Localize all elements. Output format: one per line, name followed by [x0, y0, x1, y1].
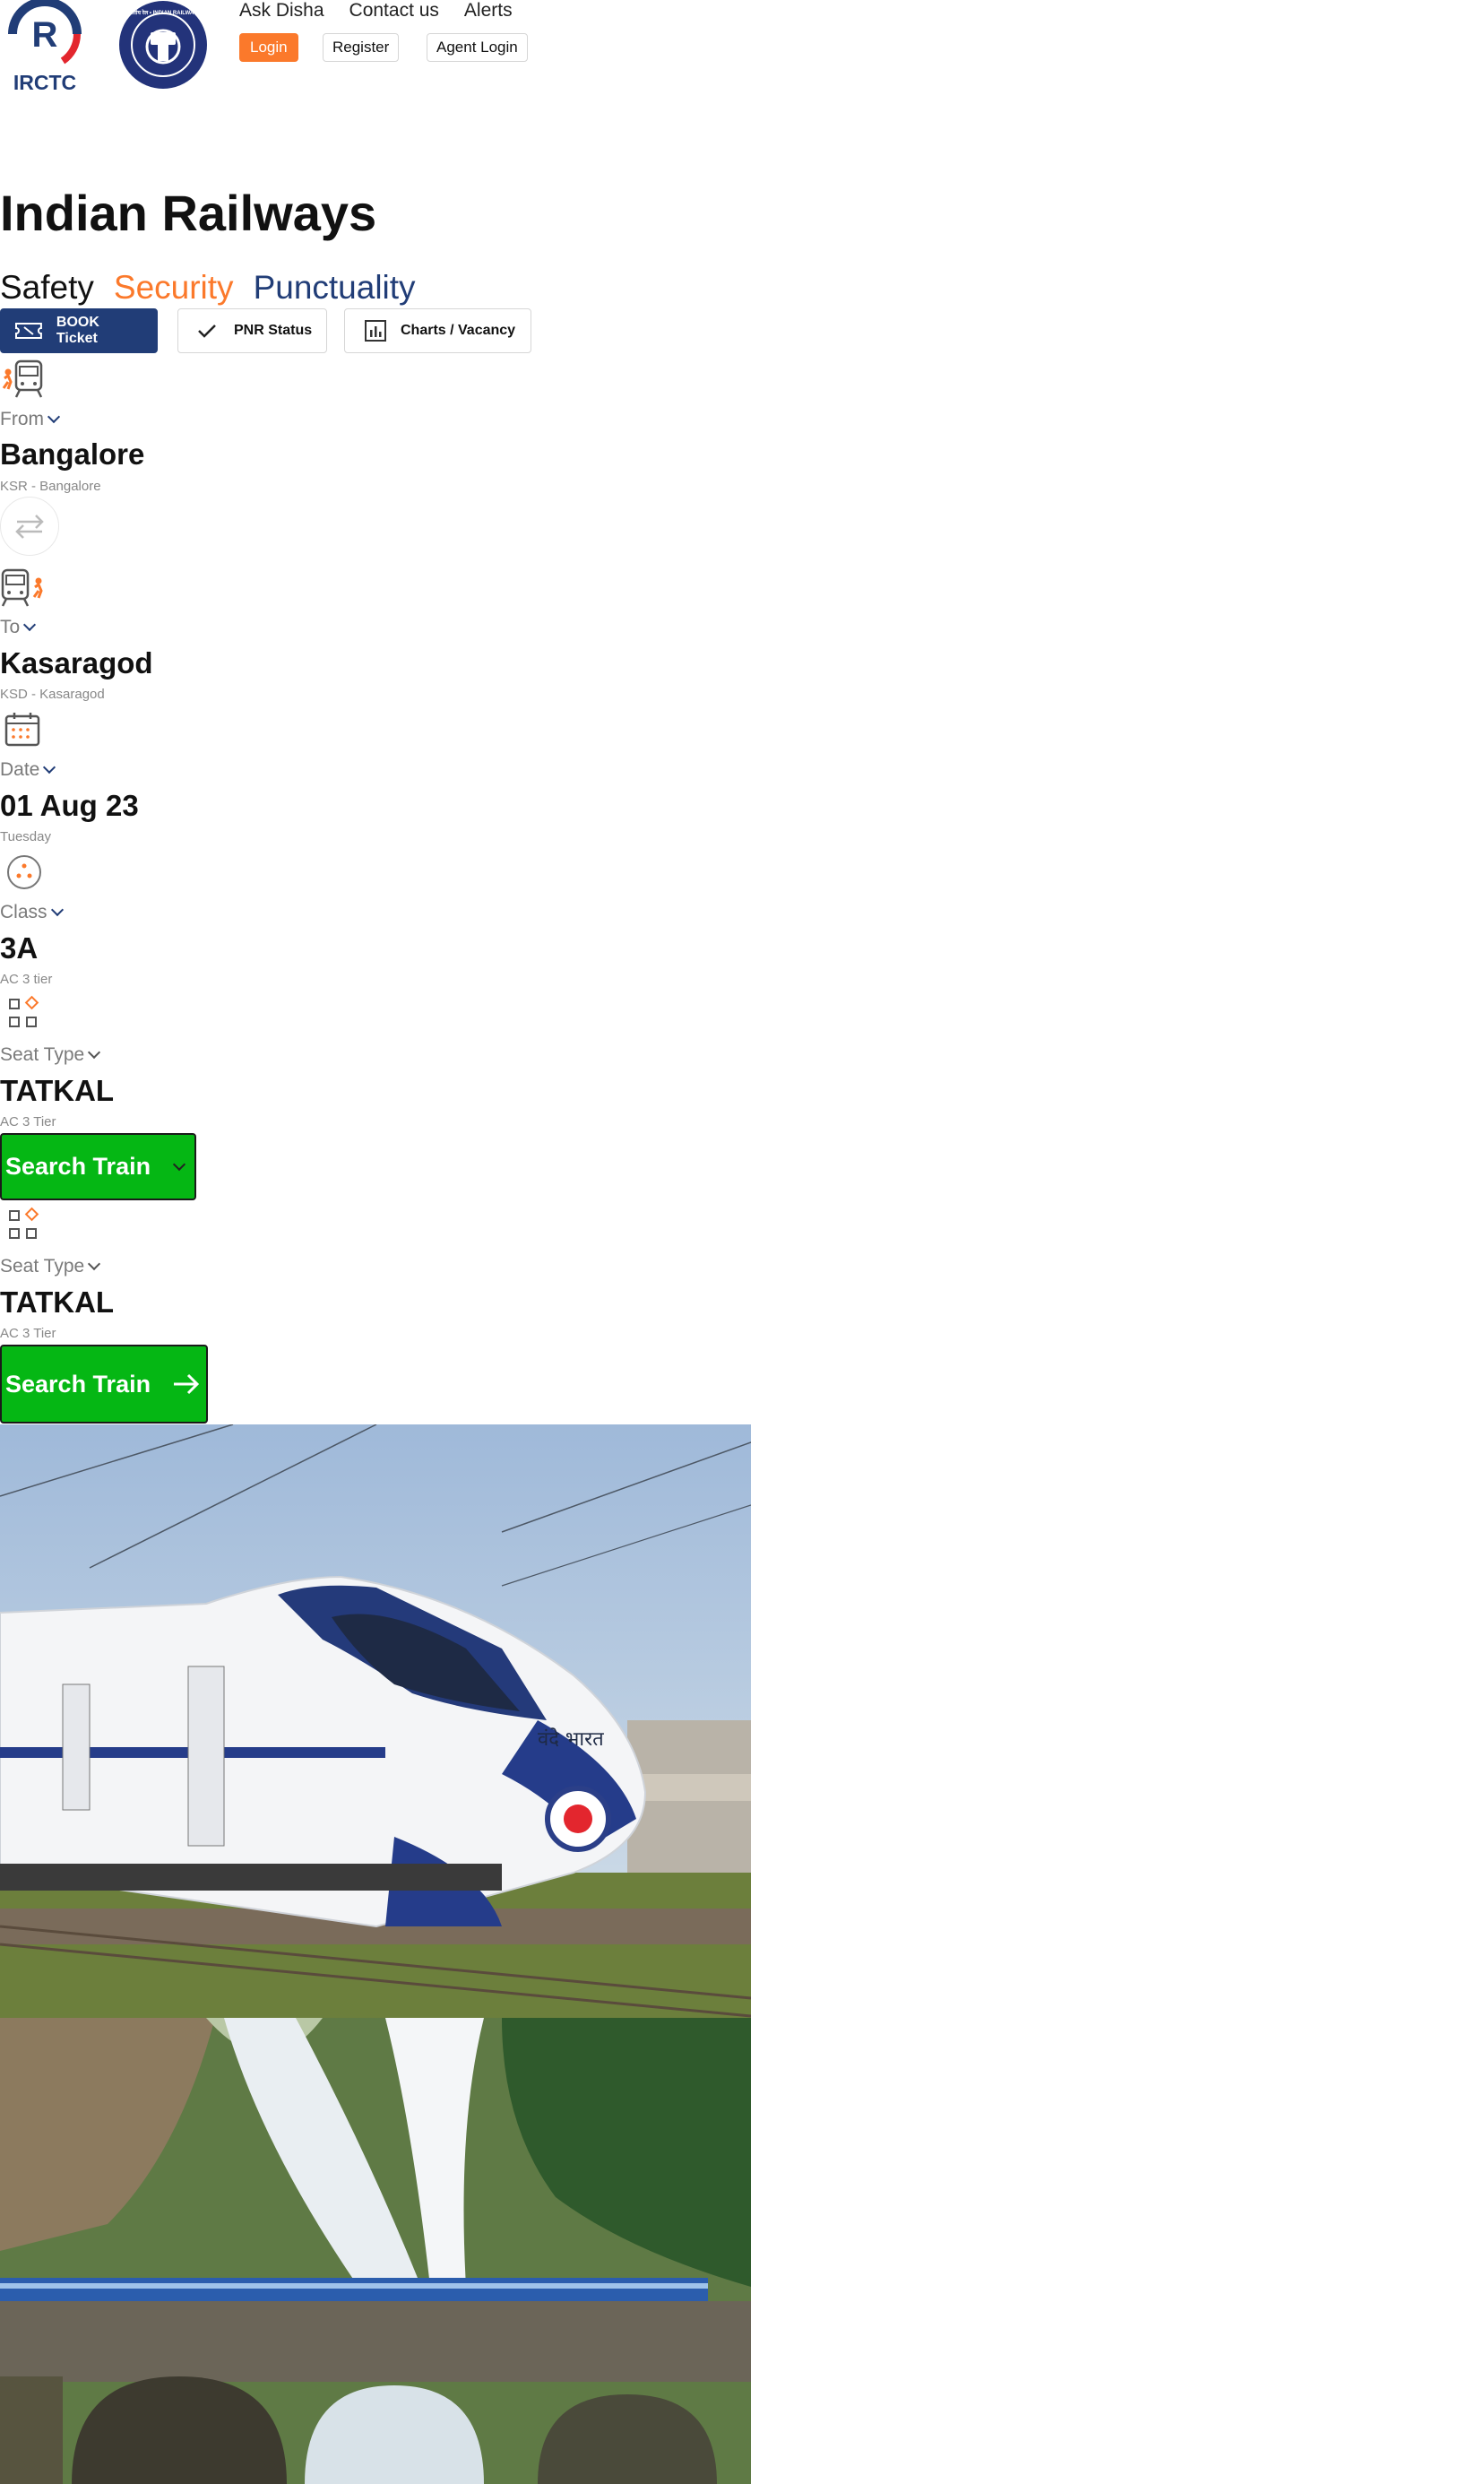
bar-chart-icon: [365, 320, 386, 342]
nav-alerts[interactable]: Alerts: [464, 0, 513, 22]
seat-type-value[interactable]: TATKAL: [0, 1074, 114, 1108]
svg-text:IRCTC: IRCTC: [13, 71, 76, 93]
tab-pnr-status[interactable]: PNR Status: [177, 308, 327, 353]
arrow-right-icon: [174, 1373, 200, 1395]
tab-charts-label: Charts / Vacancy: [401, 323, 516, 338]
svg-text:भारतीय रेल • INDIAN RAILWAYS: भारतीय रेल • INDIAN RAILWAYS: [125, 9, 200, 16]
to-station-code: KSD - Kasaragod: [0, 687, 105, 702]
seat-type-label[interactable]: Seat Type: [0, 1044, 101, 1066]
class-label[interactable]: Class: [0, 902, 64, 923]
svg-text:R: R: [32, 15, 58, 55]
vande-bharat-train-image: वंदे भारत: [0, 1424, 751, 2018]
departure-train-icon: [2, 359, 43, 398]
from-station-code: KSR - Bangalore: [0, 479, 101, 494]
from-label[interactable]: From: [0, 409, 61, 430]
svg-text:वंदे भारत: वंदे भारत: [538, 1727, 604, 1751]
travel-class-desc: AC 3 tier: [0, 972, 53, 987]
travel-class[interactable]: 3A: [0, 931, 38, 965]
indian-railways-logo: भारतीय रेल • INDIAN RAILWAYS: [119, 1, 207, 89]
class-seat-icon: [7, 855, 41, 889]
arrival-train-icon: [1, 568, 43, 607]
register-button[interactable]: Register: [323, 33, 400, 62]
tagline-safety: Safety: [0, 269, 94, 306]
nav-contact-us[interactable]: Contact us: [349, 0, 439, 22]
irctc-logo[interactable]: R IRCTC: [0, 0, 93, 93]
journey-date[interactable]: 01 Aug 23: [0, 789, 139, 823]
search-train-button-2[interactable]: Search Train: [0, 1345, 208, 1424]
from-station[interactable]: Bangalore: [0, 437, 144, 472]
seat-type-desc: AC 3 Tier: [0, 1114, 56, 1129]
swap-stations-button[interactable]: [0, 497, 59, 556]
seat-type-desc-2: AC 3 Tier: [0, 1326, 56, 1341]
tab-book-ticket[interactable]: BOOK Ticket: [0, 308, 158, 353]
search-train-label: Search Train: [5, 1153, 151, 1180]
to-station[interactable]: Kasaragod: [0, 646, 153, 680]
chevron-down-icon: [88, 1257, 101, 1271]
seat-type-value-2[interactable]: TATKAL: [0, 1285, 114, 1320]
check-icon: [198, 325, 216, 338]
agent-login-button[interactable]: Agent Login: [427, 33, 528, 62]
chevron-down-icon: [23, 618, 37, 632]
top-nav: Ask Disha Contact us Alerts: [239, 0, 513, 22]
calendar-icon: [4, 713, 40, 747]
tab-pnr-label: PNR Status: [234, 323, 313, 338]
chevron-down-icon: [50, 903, 64, 917]
search-train-label-2: Search Train: [5, 1370, 151, 1398]
nav-ask-disha[interactable]: Ask Disha: [239, 0, 324, 22]
tagline-security: Security: [113, 269, 234, 306]
tagline-punctuality: Punctuality: [253, 269, 416, 306]
tab-book-label: BOOK Ticket: [56, 315, 99, 346]
chevron-down-icon: [88, 1045, 101, 1060]
waterfall-train-image: [0, 2018, 751, 2484]
tagline: Safety Security Punctuality: [0, 269, 416, 307]
chevron-down-icon: [172, 1157, 186, 1171]
seat-type-label-2[interactable]: Seat Type: [0, 1256, 101, 1277]
login-button[interactable]: Login: [239, 33, 298, 62]
seat-type-grid-icon: [9, 995, 39, 1027]
seat-type-grid-icon: [9, 1207, 39, 1239]
to-label[interactable]: To: [0, 617, 37, 638]
journey-day: Tuesday: [0, 829, 51, 844]
page-title: Indian Railways: [0, 185, 377, 241]
tab-charts-vacancy[interactable]: Charts / Vacancy: [344, 308, 531, 353]
chevron-down-icon: [47, 410, 61, 424]
chevron-down-icon: [43, 760, 56, 775]
ticket-icon: [14, 323, 42, 339]
swap-arrows-icon: [15, 515, 44, 539]
search-train-button[interactable]: Search Train: [0, 1133, 196, 1200]
date-label[interactable]: Date: [0, 759, 56, 781]
